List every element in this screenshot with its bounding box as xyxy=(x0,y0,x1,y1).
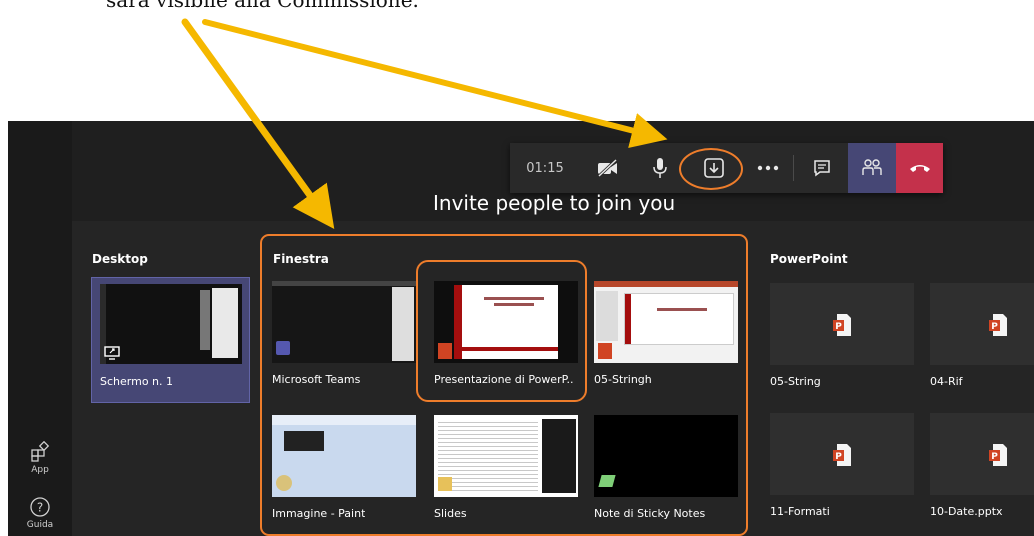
arrow-to-window-section xyxy=(181,18,335,230)
arrow-to-share-button xyxy=(202,19,668,149)
annotation-arrows xyxy=(181,18,668,230)
